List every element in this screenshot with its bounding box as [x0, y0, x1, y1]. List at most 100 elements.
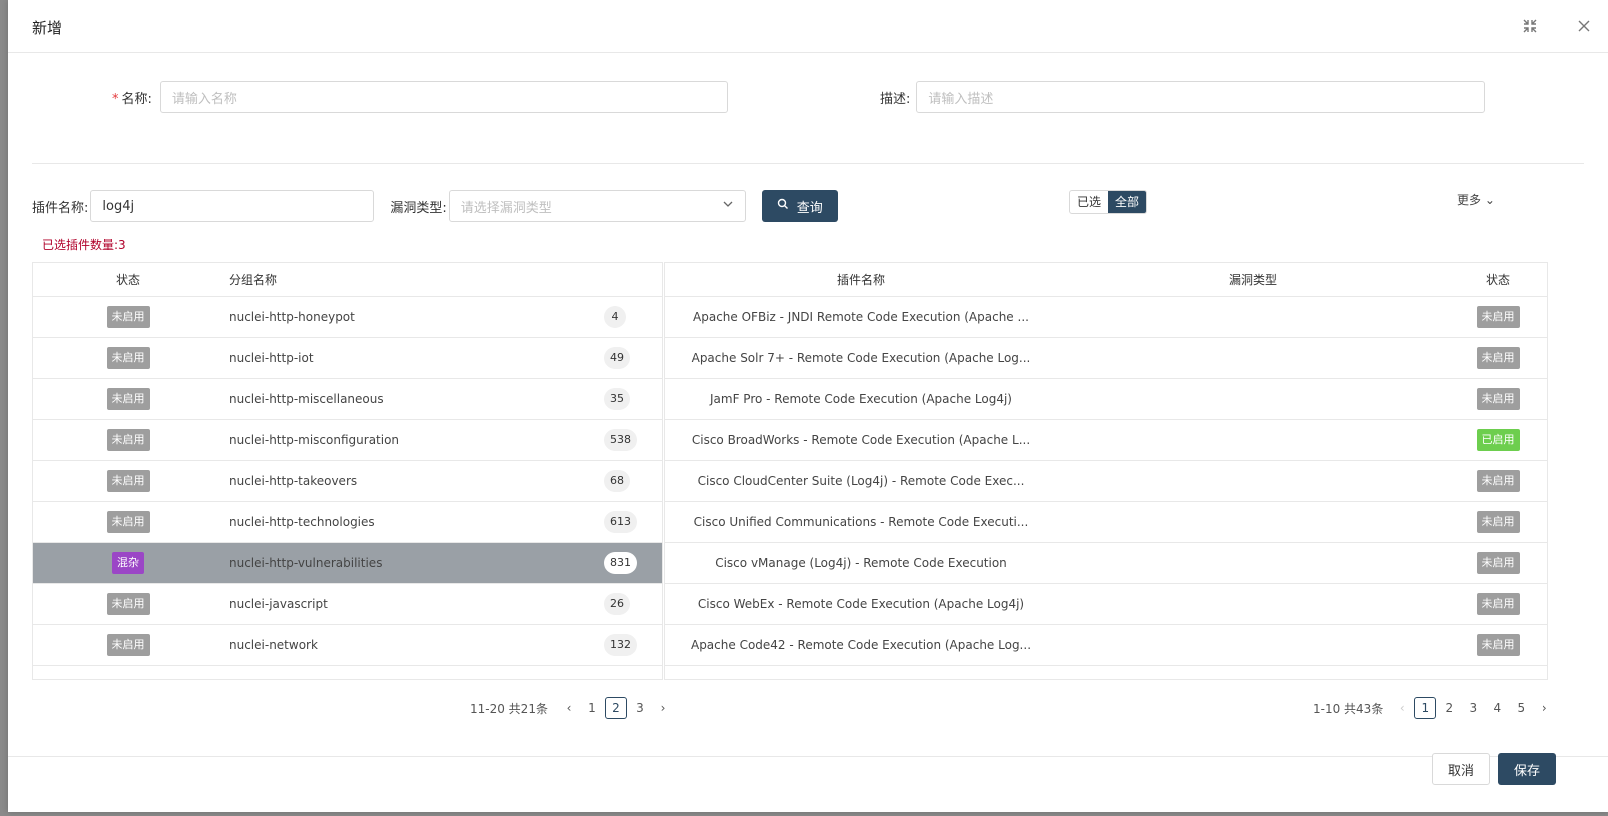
- status-badge: 未启用: [106, 634, 150, 656]
- group-pagination: 11-20 共21条 ‹ 123 ›: [470, 696, 674, 720]
- divider: [32, 163, 1584, 164]
- table-row[interactable]: 未启用 nuclei-http-honeypot 4: [33, 297, 662, 338]
- prev-page-icon[interactable]: ‹: [1391, 701, 1413, 715]
- name-label: * 名称:: [112, 91, 152, 107]
- status-badge: 未启用: [106, 470, 150, 492]
- status-badge: 未启用: [106, 388, 150, 410]
- plugin-name: Cisco BroadWorks - Remote Code Execution…: [691, 433, 1031, 447]
- page-1[interactable]: 1: [581, 697, 603, 719]
- table-row[interactable]: Cisco BroadWorks - Remote Code Execution…: [665, 420, 1547, 461]
- chevron-down-icon: [722, 198, 734, 214]
- count-cell: 613: [604, 511, 662, 533]
- group-table-header: 状态 分组名称: [33, 263, 662, 297]
- name-input[interactable]: 请输入名称: [159, 81, 728, 113]
- table-row[interactable]: Cisco Unified Communications - Remote Co…: [665, 502, 1547, 543]
- pagination-summary: 1-10 共43条: [1313, 701, 1384, 716]
- dialog-footer: 取消 保存: [8, 753, 1608, 812]
- group-name: nuclei-http-takeovers: [229, 474, 358, 488]
- column-status: 状态: [115, 273, 140, 287]
- table-row[interactable]: 混杂 nuclei-http-vulnerabilities 831: [33, 543, 662, 584]
- table-row[interactable]: 未启用 nuclei-javascript 26: [33, 584, 662, 625]
- page-3[interactable]: 3: [1462, 697, 1484, 719]
- prev-page-icon[interactable]: ‹: [558, 701, 580, 715]
- desc-label: 描述:: [880, 91, 911, 107]
- group-name: nuclei-http-iot: [229, 351, 314, 365]
- table-row[interactable]: 未启用 nuclei-http-miscellaneous 35: [33, 379, 662, 420]
- status-cell: 未启用: [1449, 552, 1547, 574]
- count-cell: 831: [604, 552, 662, 574]
- next-page-icon[interactable]: ›: [652, 701, 674, 715]
- table-row[interactable]: JamF Pro - Remote Code Execution (Apache…: [665, 379, 1547, 420]
- next-page-icon[interactable]: ›: [1533, 701, 1555, 715]
- table-row[interactable]: 未启用 nuclei-http-misconfiguration 538: [33, 420, 662, 461]
- group-name: nuclei-http-vulnerabilities: [229, 556, 383, 570]
- status-badge: 未启用: [106, 306, 150, 328]
- query-button[interactable]: 查询: [761, 190, 838, 222]
- status-badge: 未启用: [1476, 388, 1520, 410]
- add-dialog: 新增 * 名称: 请输入名称 描述: 请输入描述 插件名称: log4j 漏洞类型…: [8, 0, 1608, 812]
- status-cell: 未启用: [1449, 470, 1547, 492]
- count-cell: 49: [604, 347, 662, 369]
- status-badge: 未启用: [1476, 511, 1520, 533]
- page-3[interactable]: 3: [629, 697, 651, 719]
- status-cell: 未启用: [1449, 511, 1547, 533]
- vuln-type-select[interactable]: 请选择漏洞类型: [448, 190, 746, 222]
- table-row[interactable]: Apache Code42 - Remote Code Execution (A…: [665, 625, 1547, 666]
- save-button[interactable]: 保存: [1498, 753, 1556, 785]
- cancel-button[interactable]: 取消: [1432, 753, 1490, 785]
- more-filters-link[interactable]: 更多 ⌄: [1457, 191, 1495, 208]
- status-cell: 未启用: [33, 347, 223, 369]
- page-2[interactable]: 2: [1438, 697, 1460, 719]
- page-4[interactable]: 4: [1486, 697, 1508, 719]
- page-1[interactable]: 1: [1414, 697, 1437, 719]
- table-row[interactable]: 未启用 nuclei-network 132: [33, 625, 662, 666]
- status-cell: 未启用: [1449, 306, 1547, 328]
- count-cell: 26: [604, 593, 662, 615]
- fullscreen-icon[interactable]: [1520, 16, 1540, 36]
- segment-selected[interactable]: 已选: [1070, 191, 1108, 213]
- table-row[interactable]: 未启用 nuclei-http-iot 49: [33, 338, 662, 379]
- table-row[interactable]: Cisco CloudCenter Suite (Log4j) - Remote…: [665, 461, 1547, 502]
- status-cell: 未启用: [33, 429, 223, 451]
- group-name: nuclei-http-honeypot: [229, 310, 355, 324]
- selected-all-toggle: 已选 全部: [1069, 190, 1148, 214]
- table-row[interactable]: Cisco vManage (Log4j) - Remote Code Exec…: [665, 543, 1547, 584]
- segment-all[interactable]: 全部: [1108, 191, 1147, 213]
- group-table: 状态 分组名称 未启用 nuclei-http-honeypot 4 未启用 nucle…: [32, 262, 663, 680]
- close-icon[interactable]: [1574, 16, 1594, 36]
- table-row[interactable]: Apache OFBiz - JNDI Remote Code Executio…: [665, 297, 1547, 338]
- dialog-header: 新增: [8, 0, 1608, 53]
- count-badge: 613: [604, 511, 637, 533]
- count-cell: 68: [604, 470, 662, 492]
- status-badge: 混杂: [112, 552, 144, 574]
- status-cell: 未启用: [33, 593, 223, 615]
- status-cell: 未启用: [33, 388, 223, 410]
- table-row[interactable]: Apache Solr 7+ - Remote Code Execution (…: [665, 338, 1547, 379]
- status-cell: 未启用: [1449, 593, 1547, 615]
- page-2[interactable]: 2: [604, 697, 627, 719]
- plugin-name: Cisco Unified Communications - Remote Co…: [693, 515, 1029, 529]
- desc-input[interactable]: 请输入描述: [916, 81, 1486, 113]
- count-badge: 4: [604, 306, 626, 328]
- table-row[interactable]: 未启用 nuclei-http-takeovers 68: [33, 461, 662, 502]
- page-5[interactable]: 5: [1510, 697, 1532, 719]
- column-group-name: 分组名称: [229, 273, 278, 287]
- group-name: nuclei-http-technologies: [229, 515, 375, 529]
- table-row[interactable]: 未启用 nuclei-http-technologies 613: [33, 502, 662, 543]
- desc-form-item: 描述: 请输入描述: [880, 81, 1486, 113]
- status-badge: 未启用: [1476, 347, 1520, 369]
- status-badge: 未启用: [1476, 552, 1520, 574]
- group-name: nuclei-javascript: [229, 597, 328, 611]
- plugin-table-body: Apache OFBiz - JNDI Remote Code Executio…: [665, 297, 1547, 666]
- plugin-table: 插件名称 漏洞类型 状态 Apache OFBiz - JNDI Remote …: [664, 262, 1548, 680]
- count-badge: 26: [604, 593, 630, 615]
- plugin-name-input[interactable]: log4j: [90, 190, 375, 222]
- status-cell: 未启用: [33, 634, 223, 656]
- status-badge: 未启用: [1476, 470, 1520, 492]
- status-cell: 未启用: [1449, 388, 1547, 410]
- plugin-name: Cisco CloudCenter Suite (Log4j) - Remote…: [697, 474, 1025, 488]
- group-table-body: 未启用 nuclei-http-honeypot 4 未启用 nuclei-http-i…: [33, 297, 662, 666]
- count-cell: 538: [604, 429, 662, 451]
- table-row[interactable]: Cisco WebEx - Remote Code Execution (Apa…: [665, 584, 1547, 625]
- count-badge: 49: [604, 347, 630, 369]
